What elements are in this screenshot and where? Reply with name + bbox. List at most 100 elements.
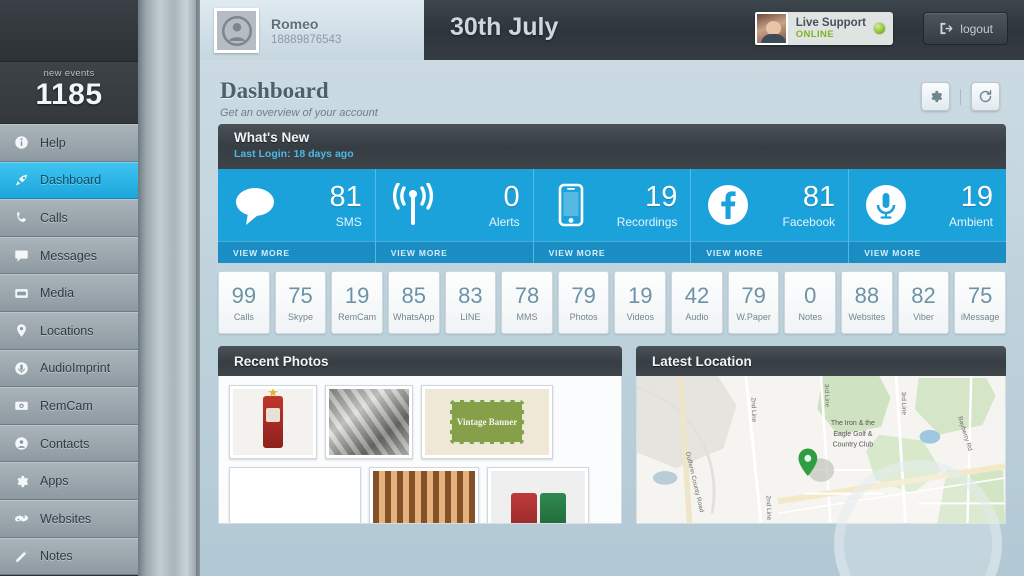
microphone-icon xyxy=(864,183,908,227)
latest-location-panel: Latest Location The Iron & the Eagle Gol… xyxy=(636,346,1006,524)
sidebar-item-contacts[interactable]: Contacts xyxy=(0,424,138,463)
photo-thumbnail[interactable] xyxy=(325,385,413,459)
stat-tile-line[interactable]: 83 LINE xyxy=(444,271,497,334)
logout-button[interactable]: logout xyxy=(923,12,1008,45)
stat-tiles-row: 99 Calls 75 Skype 19 RemCam 85 WhatsApp 83 LINE 78… xyxy=(218,271,1006,334)
whats-new-panel: What's New Last Login: 18 days ago 81 SMS… xyxy=(218,124,1006,263)
sidebar-item-audioimprint[interactable]: AudioImprint xyxy=(0,349,138,388)
photo-thumbnail[interactable]: Vintage Banner xyxy=(421,385,553,459)
sidebar-item-apps[interactable]: Apps xyxy=(0,462,138,500)
stat-tile-label: Viber xyxy=(913,311,934,322)
stat-tile-mms[interactable]: 78 MMS xyxy=(501,271,553,334)
page-title: Dashboard xyxy=(220,78,329,103)
whats-new-cell-recordings[interactable]: 19 Recordings VIEW MORE xyxy=(533,169,692,263)
support-body: Live Support ONLINE xyxy=(788,12,893,45)
whats-new-cell-sms[interactable]: 81 SMS VIEW MORE xyxy=(218,169,376,263)
action-divider xyxy=(960,88,961,105)
whats-new-cell-body: 19 Recordings xyxy=(534,169,691,241)
live-support-label: Live Support xyxy=(795,17,866,30)
photo-thumbnail[interactable] xyxy=(369,467,479,523)
user-profile[interactable]: Romeo 18889876543 xyxy=(214,8,341,53)
stat-tile-w-paper[interactable]: 79 W.Paper xyxy=(727,271,780,334)
whats-new-cell-facebook[interactable]: 81 Facebook VIEW MORE xyxy=(691,169,850,263)
view-more-label: VIEW MORE xyxy=(233,247,290,258)
whats-new-value: 81 xyxy=(329,180,362,213)
sidebar-item-notes[interactable]: Notes xyxy=(0,537,138,576)
stat-tile-imessage[interactable]: 75 iMessage xyxy=(954,271,1006,334)
live-support-status: ONLINE xyxy=(795,28,835,40)
sidebar-item-label: Locations xyxy=(40,323,94,338)
view-more-button[interactable]: VIEW MORE xyxy=(218,241,375,263)
last-login-text: Last Login: 18 days ago xyxy=(234,148,354,160)
sidebar-item-websites[interactable]: Websites xyxy=(0,499,138,538)
phone-icon xyxy=(12,208,31,227)
view-more-label: VIEW MORE xyxy=(864,247,921,258)
vintage-gas-pump-photo xyxy=(233,389,313,455)
sidebar-item-help[interactable]: Help xyxy=(0,124,138,162)
recent-photos-body: Vintage Banner xyxy=(218,376,622,524)
whats-new-cell-alerts[interactable]: 0 Alerts VIEW MORE xyxy=(375,169,534,263)
sidebar-item-remcam[interactable]: RemCam xyxy=(0,387,138,425)
user-icon xyxy=(221,15,252,46)
sidebar-item-messages[interactable]: Messages xyxy=(0,236,138,275)
view-more-button[interactable]: VIEW MORE xyxy=(691,241,849,263)
market-stall-photo xyxy=(373,471,475,523)
info-icon xyxy=(12,133,31,152)
sidebar-item-locations[interactable]: Locations xyxy=(0,311,138,350)
support-text: Live Support ONLINE xyxy=(796,17,866,39)
map-view[interactable]: The Iron & the Eagle Golf & Country Club… xyxy=(636,376,1006,524)
whats-new-cell-ambient[interactable]: 19 Ambient VIEW MORE xyxy=(849,169,1006,263)
sidebar-item-label: Contacts xyxy=(40,436,90,451)
stat-tile-remcam[interactable]: 19 RemCam xyxy=(331,271,383,334)
sidebar-item-label: Messages xyxy=(40,248,97,263)
online-indicator-icon xyxy=(873,22,886,35)
sidebar-item-label: Calls xyxy=(40,210,68,225)
stat-tile-calls[interactable]: 99 Calls xyxy=(218,271,270,334)
whats-new-cell-body: 81 Facebook xyxy=(691,169,848,241)
photo-thumbnail[interactable] xyxy=(229,467,361,523)
stat-tile-value: 78 xyxy=(514,282,540,308)
rocket-icon xyxy=(12,171,31,190)
live-support-button[interactable]: Live Support ONLINE xyxy=(754,12,893,45)
view-more-button[interactable]: VIEW MORE xyxy=(849,241,1006,263)
stat-tile-websites[interactable]: 88 Websites xyxy=(841,271,893,334)
sidebar-item-label: Apps xyxy=(40,474,69,489)
settings-button[interactable] xyxy=(921,82,950,111)
stat-tile-value: 19 xyxy=(344,282,370,308)
sidebar: new events 1185 Help Dashboard Calls Messag… xyxy=(0,0,138,576)
sidebar-item-calls[interactable]: Calls xyxy=(0,199,138,237)
stat-tile-label: Audio xyxy=(685,311,709,322)
stat-tile-notes[interactable]: 0 Notes xyxy=(784,271,837,334)
stat-tile-value: 75 xyxy=(288,282,313,308)
sidebar-item-media[interactable]: Media xyxy=(0,274,138,312)
view-more-button[interactable]: VIEW MORE xyxy=(533,241,691,263)
whats-new-label: Recordings xyxy=(616,214,678,229)
latest-location-header: Latest Location xyxy=(636,346,1006,376)
photo-grid: Vintage Banner xyxy=(229,385,615,523)
main-content: Romeo 18889876543 30th July Live Support… xyxy=(200,0,1024,576)
stat-tile-label: RemCam xyxy=(338,311,377,322)
stat-tile-photos[interactable]: 79 Photos xyxy=(557,271,610,334)
vintage-banner-caption: Vintage Banner xyxy=(456,416,518,427)
stat-tile-videos[interactable]: 19 Videos xyxy=(614,271,667,334)
sewing-tools-photo xyxy=(329,389,409,455)
refresh-button[interactable] xyxy=(971,82,1000,111)
whats-new-cell-body: 19 Ambient xyxy=(849,169,1006,241)
photo-thumbnail[interactable] xyxy=(229,385,317,459)
profile-text: Romeo 18889876543 xyxy=(271,16,341,46)
stat-tile-label: Photos xyxy=(569,311,598,322)
new-events-count: 1185 xyxy=(35,78,103,111)
gear-icon xyxy=(12,472,31,491)
stat-tile-viber[interactable]: 82 Viber xyxy=(897,271,950,334)
stat-tile-whatsapp[interactable]: 85 WhatsApp xyxy=(387,271,440,334)
view-more-label: VIEW MORE xyxy=(548,247,606,258)
sidebar-item-dashboard[interactable]: Dashboard xyxy=(0,161,138,200)
stat-tile-skype[interactable]: 75 Skype xyxy=(274,271,327,334)
stat-tile-audio[interactable]: 42 Audio xyxy=(671,271,723,334)
view-more-button[interactable]: VIEW MORE xyxy=(375,241,533,263)
photo-thumbnail[interactable] xyxy=(487,467,589,523)
logout-label: logout xyxy=(960,21,993,36)
panel-divider-strip xyxy=(138,0,200,576)
new-events-counter: new events 1185 xyxy=(0,62,138,124)
avatar xyxy=(214,8,259,53)
